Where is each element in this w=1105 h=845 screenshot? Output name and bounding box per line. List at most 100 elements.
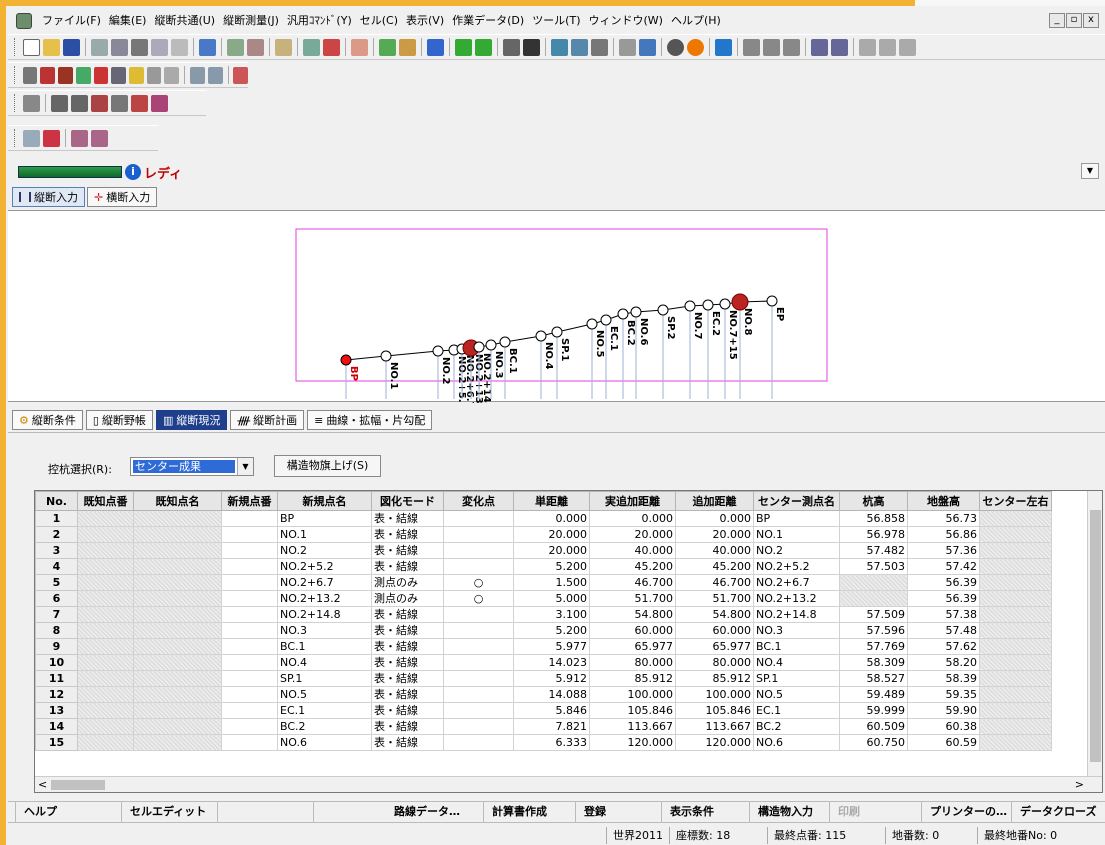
table-row[interactable]: 12 NO.5 表・結線 14.088 100.000 100.000 NO.5 59.489… bbox=[35, 686, 1052, 703]
table-cell[interactable] bbox=[221, 558, 278, 575]
stake-select[interactable]: センター成果 ▼ bbox=[130, 457, 254, 476]
column-header[interactable]: 図化モード bbox=[371, 491, 444, 511]
station-point[interactable] bbox=[535, 330, 547, 342]
table-cell[interactable] bbox=[77, 686, 134, 703]
table-cell[interactable]: 6 bbox=[35, 590, 78, 607]
table-cell[interactable] bbox=[221, 542, 278, 559]
printer-button[interactable]: プリンターの… bbox=[922, 802, 1012, 822]
table-cell[interactable]: ○ bbox=[443, 590, 514, 607]
table-cell[interactable]: 56.86 bbox=[907, 526, 980, 543]
table-row[interactable]: 9 BC.1 表・結線 5.977 65.977 65.977 BC.1 57.769 57.6… bbox=[35, 638, 1052, 655]
menu-profile-common[interactable]: 縦断共通(U) bbox=[150, 11, 219, 31]
table-cell[interactable]: 51.700 bbox=[589, 590, 676, 607]
table-cell[interactable]: BC.2 bbox=[753, 718, 840, 735]
table-row[interactable]: 2 NO.1 表・結線 20.000 20.000 20.000 NO.1 56.978 56.… bbox=[35, 526, 1052, 543]
table-cell[interactable] bbox=[979, 606, 1052, 623]
move-icon[interactable] bbox=[199, 38, 216, 56]
export-icon[interactable] bbox=[131, 94, 148, 112]
table-cell[interactable] bbox=[221, 702, 278, 719]
table-cell[interactable]: 54.800 bbox=[675, 606, 754, 623]
open-folder-icon[interactable] bbox=[43, 38, 60, 56]
table-cell[interactable]: 59.35 bbox=[907, 686, 980, 703]
zoom-area-icon[interactable] bbox=[40, 66, 56, 84]
table-cell[interactable]: 57.48 bbox=[907, 622, 980, 639]
station-point[interactable] bbox=[473, 341, 485, 353]
table-row[interactable]: 1 BP 表・結線 0.000 0.000 0.000 BP 56.858 56.73 bbox=[35, 510, 1052, 527]
menu-edit[interactable]: 編集(E) bbox=[105, 11, 151, 31]
table-cell[interactable]: 3 bbox=[35, 542, 78, 559]
structure-flag-button[interactable]: 構造物旗上げ(S) bbox=[274, 455, 381, 477]
column-header[interactable]: 実追加距離 bbox=[589, 491, 676, 511]
table-cell[interactable] bbox=[77, 542, 134, 559]
table-cell[interactable] bbox=[77, 718, 134, 735]
table-row[interactable]: 6 NO.2+13.2 測点のみ ○ 5.000 51.700 51.700 NO.2+13.… bbox=[35, 590, 1052, 607]
minimize-icon[interactable]: _ bbox=[1049, 13, 1065, 28]
table-cell[interactable]: 14.023 bbox=[513, 654, 590, 671]
table-row[interactable]: 4 NO.2+5.2 表・結線 5.200 45.200 45.200 NO.2+5.2 57… bbox=[35, 558, 1052, 575]
tool-icon[interactable] bbox=[379, 38, 396, 56]
tab-cross-input[interactable]: ✛ 横断入力 bbox=[87, 187, 158, 207]
menu-cell[interactable]: セル(C) bbox=[356, 11, 402, 31]
table-cell[interactable]: 20.000 bbox=[513, 542, 590, 559]
station-point[interactable] bbox=[684, 300, 696, 312]
station-point[interactable] bbox=[586, 318, 598, 330]
table-cell[interactable] bbox=[979, 574, 1052, 591]
table-cell[interactable]: 5.977 bbox=[513, 638, 590, 655]
table-cell[interactable]: 11 bbox=[35, 670, 78, 687]
tab-profile-input[interactable]: 縦断入力 bbox=[12, 187, 85, 207]
column-header[interactable]: センター左右 bbox=[979, 491, 1052, 511]
table-cell[interactable]: 表・結線 bbox=[371, 510, 444, 527]
undo-icon[interactable] bbox=[190, 66, 205, 84]
flag-icon[interactable] bbox=[399, 38, 416, 56]
table-cell[interactable]: BC.1 bbox=[753, 638, 840, 655]
table-cell[interactable]: 20.000 bbox=[675, 526, 754, 543]
split-icon[interactable] bbox=[811, 38, 828, 56]
table-cell[interactable] bbox=[979, 670, 1052, 687]
table-cell[interactable]: 46.700 bbox=[675, 574, 754, 591]
menu-profile-survey[interactable]: 縦断測量(J) bbox=[219, 11, 283, 31]
table-cell[interactable]: NO.6 bbox=[277, 734, 372, 751]
table-cell[interactable]: 表・結線 bbox=[371, 622, 444, 639]
table-cell[interactable] bbox=[77, 510, 134, 527]
table-cell[interactable]: 3.100 bbox=[513, 606, 590, 623]
table-cell[interactable]: 表・結線 bbox=[371, 718, 444, 735]
help-button[interactable]: ヘルプ bbox=[16, 802, 122, 822]
restore-icon[interactable]: ▫ bbox=[1066, 13, 1082, 28]
table-cell[interactable]: 20.000 bbox=[513, 526, 590, 543]
help-pointer-icon[interactable] bbox=[427, 38, 444, 56]
table-cell[interactable] bbox=[979, 622, 1052, 639]
table-cell[interactable] bbox=[443, 622, 514, 639]
table-row[interactable]: 10 NO.4 表・結線 14.023 80.000 80.000 NO.4 58.309 58… bbox=[35, 654, 1052, 671]
table-cell[interactable]: 1 bbox=[35, 510, 78, 527]
table-cell[interactable] bbox=[979, 654, 1052, 671]
record-icon[interactable] bbox=[667, 38, 684, 56]
table-cell[interactable]: NO.5 bbox=[753, 686, 840, 703]
table-cell[interactable]: 51.700 bbox=[675, 590, 754, 607]
table-row[interactable]: 13 EC.1 表・結線 5.846 105.846 105.846 EC.1 59.999 5… bbox=[35, 702, 1052, 719]
table-cell[interactable]: SP.1 bbox=[277, 670, 372, 687]
table-cell[interactable]: 13 bbox=[35, 702, 78, 719]
table-cell[interactable]: 46.700 bbox=[589, 574, 676, 591]
table-cell[interactable]: NO.1 bbox=[277, 526, 372, 543]
table-cell[interactable]: BC.1 bbox=[277, 638, 372, 655]
find2-icon[interactable] bbox=[71, 94, 88, 112]
table-cell[interactable] bbox=[979, 542, 1052, 559]
column-header[interactable]: No. bbox=[35, 491, 78, 511]
save-icon[interactable] bbox=[63, 38, 80, 56]
table-cell[interactable]: 表・結線 bbox=[371, 638, 444, 655]
copy-icon[interactable] bbox=[111, 38, 128, 56]
table-cell[interactable]: NO.4 bbox=[277, 654, 372, 671]
column-header[interactable]: 既知点番 bbox=[77, 491, 134, 511]
column-header[interactable]: 追加距離 bbox=[675, 491, 754, 511]
delete-icon[interactable] bbox=[91, 94, 108, 112]
menu-tools[interactable]: ツール(T) bbox=[528, 11, 584, 31]
image-icon[interactable] bbox=[351, 38, 368, 56]
tab-curve-widening[interactable]: ≡ 曲線・拡幅・片勾配 bbox=[307, 410, 433, 430]
table-cell[interactable]: 56.39 bbox=[907, 590, 980, 607]
report-create-button[interactable]: 計算書作成 bbox=[484, 802, 576, 822]
document-icon[interactable] bbox=[23, 94, 40, 112]
table-cell[interactable]: 5.200 bbox=[513, 622, 590, 639]
table-cell[interactable]: 測点のみ bbox=[371, 590, 444, 607]
table-cell[interactable] bbox=[133, 526, 222, 543]
table-cell[interactable] bbox=[221, 510, 278, 527]
